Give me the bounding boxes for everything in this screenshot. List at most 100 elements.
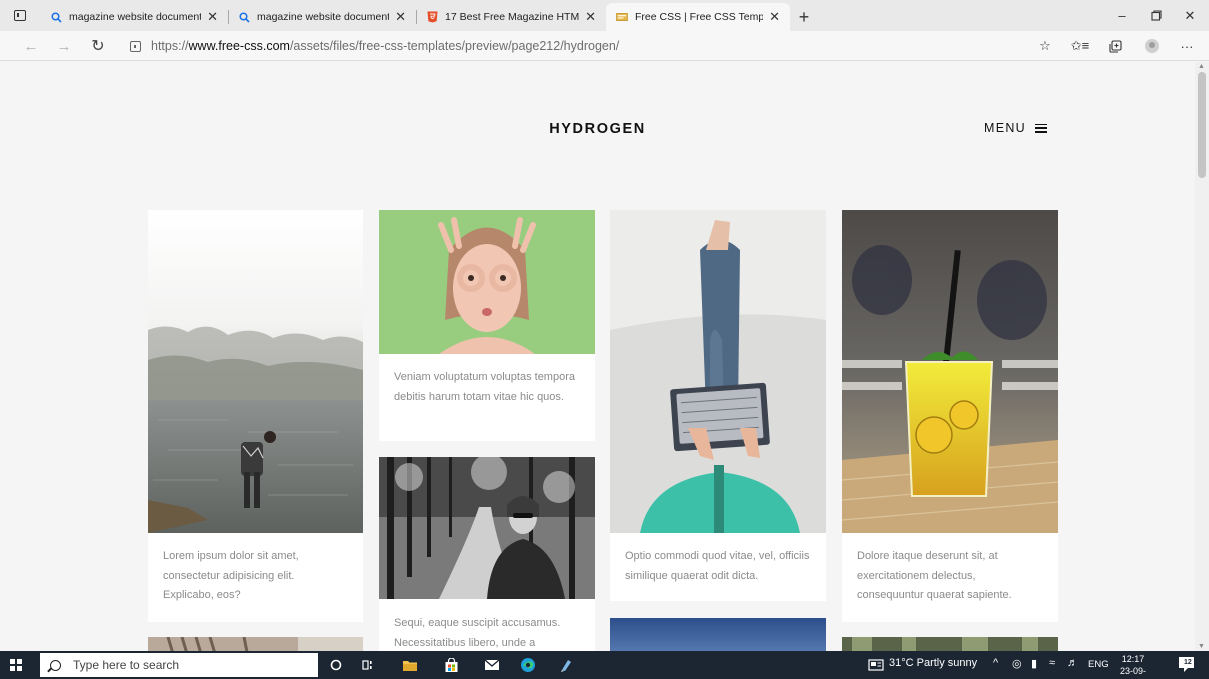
browser-tab-bar: magazine website documentatio ✕ magazine… <box>0 0 1209 31</box>
search-icon <box>50 11 62 23</box>
portfolio-card[interactable] <box>842 637 1058 651</box>
wifi-icon[interactable]: ≈ <box>1049 657 1055 669</box>
card-caption: Lorem ipsum dolor sit amet, consectetur … <box>163 550 299 601</box>
scroll-down-icon[interactable]: ▼ <box>1198 643 1205 650</box>
portfolio-card[interactable] <box>148 637 363 651</box>
battery-icon[interactable]: ▮ <box>1031 657 1037 670</box>
tab-close-icon[interactable]: ✕ <box>207 9 218 25</box>
chevron-up-icon[interactable]: ^ <box>993 657 998 669</box>
tab-actions-button[interactable] <box>0 0 40 31</box>
settings-more-button[interactable]: ··· <box>1178 37 1196 55</box>
new-tab-button[interactable]: + <box>790 3 818 31</box>
close-icon: ✕ <box>1184 7 1196 23</box>
collections-button[interactable] <box>1106 37 1124 55</box>
web-page: HYDROGEN MENU Lorem ipsum dolor sit amet… <box>0 62 1195 651</box>
search-icon <box>238 11 250 23</box>
card-image-woman-goggles <box>379 210 595 354</box>
clock-date: 23-09-2022 <box>1119 666 1146 679</box>
lock-icon[interactable] <box>130 40 141 52</box>
tab-close-icon[interactable]: ✕ <box>395 9 406 25</box>
cortana-icon[interactable] <box>326 655 346 675</box>
menu-toggle[interactable]: MENU <box>984 121 1048 135</box>
tab-close-icon[interactable]: ✕ <box>769 9 780 25</box>
windows-taskbar: Type here to search 31°C Partly sunny ^ … <box>0 651 1209 679</box>
tab-title: Free CSS | Free CSS Templates | [ <box>635 11 764 23</box>
portfolio-card[interactable] <box>610 618 826 651</box>
portfolio-card[interactable]: Sequi, eaque suscipit accusamus. Necessi… <box>379 457 595 651</box>
url-host: www.free-css.com <box>188 39 290 53</box>
profile-button[interactable] <box>1143 37 1161 55</box>
minimize-icon: – <box>1118 8 1126 23</box>
arrow-left-icon: ← <box>23 37 39 55</box>
add-favorite-button[interactable]: ☆ <box>1036 37 1054 55</box>
portfolio-card[interactable]: Veniam voluptatum voluptas tempora debit… <box>379 210 595 441</box>
notification-center-icon[interactable]: 12 <box>1178 656 1195 673</box>
url-scheme: https:// <box>151 39 189 53</box>
forward-button[interactable]: → <box>53 36 75 56</box>
plus-icon: + <box>798 6 810 27</box>
task-view-icon[interactable] <box>358 655 378 675</box>
portfolio-card[interactable]: Optio commodi quod vitae, vel, officiis … <box>610 210 826 601</box>
star-add-icon: ☆ <box>1039 38 1051 53</box>
language-indicator[interactable]: ENG <box>1088 659 1109 670</box>
news-widget-icon[interactable] <box>866 655 886 675</box>
mail-icon[interactable] <box>482 655 502 675</box>
search-placeholder: Type here to search <box>73 658 180 672</box>
reload-button[interactable]: ↻ <box>87 36 109 56</box>
weather-status[interactable]: 31°C Partly sunny <box>889 657 977 669</box>
menu-label: MENU <box>984 121 1027 135</box>
favorites-list-icon: ✩≡ <box>1070 38 1090 53</box>
card-image-lemonade <box>842 210 1058 533</box>
freecss-icon <box>616 11 628 23</box>
edge-browser-icon[interactable] <box>518 655 538 675</box>
avatar <box>1145 39 1159 53</box>
portfolio-card[interactable]: Dolore itaque deserunt sit, at exercitat… <box>842 210 1058 622</box>
tab-title: magazine website documentatio <box>69 11 201 23</box>
hamburger-icon <box>1035 123 1048 133</box>
meet-now-icon[interactable]: ◎ <box>1012 657 1022 670</box>
portfolio-card[interactable]: Lorem ipsum dolor sit amet, consectetur … <box>148 210 363 622</box>
arrow-right-icon: → <box>56 37 72 55</box>
favorites-button[interactable]: ✩≡ <box>1071 37 1089 55</box>
back-button[interactable]: ← <box>20 36 42 56</box>
scrollbar-thumb[interactable] <box>1198 72 1206 178</box>
card-image-partial <box>610 618 826 651</box>
card-caption: Veniam voluptatum voluptas tempora debit… <box>394 371 575 403</box>
notepad-app-icon[interactable] <box>556 655 576 675</box>
card-image-partial <box>842 637 1058 651</box>
browser-tab[interactable]: magazine website documentatio ✕ <box>40 3 228 31</box>
more-icon: ··· <box>1180 38 1194 54</box>
address-field[interactable]: https://www.free-css.com/assets/files/fr… <box>130 36 619 56</box>
browser-tab[interactable]: 17 Best Free Magazine HTML We ✕ <box>416 3 606 31</box>
card-image-partial <box>148 637 363 651</box>
tab-close-icon[interactable]: ✕ <box>585 9 596 25</box>
clock-time: 12:17 <box>1121 654 1145 664</box>
url-path: /assets/files/free-css-templates/preview… <box>289 39 620 53</box>
card-image-misty-lake <box>148 210 363 533</box>
tab-title: magazine website documentatio <box>257 11 389 23</box>
vertical-scrollbar[interactable]: ▲ ▼ <box>1195 62 1209 651</box>
volume-icon[interactable]: ♬ <box>1067 657 1078 669</box>
file-explorer-icon[interactable] <box>400 655 420 675</box>
close-window-button[interactable]: ✕ <box>1167 0 1209 31</box>
card-image-laptop-bed <box>610 210 826 533</box>
restore-icon <box>1150 10 1162 21</box>
taskbar-search-input[interactable]: Type here to search <box>40 653 318 677</box>
windows-start-icon[interactable] <box>10 659 22 671</box>
notification-count: 12 <box>1184 659 1192 666</box>
scroll-up-icon[interactable]: ▲ <box>1198 63 1205 70</box>
html5-icon <box>426 11 438 23</box>
store-icon[interactable] <box>441 655 461 675</box>
browser-tab[interactable]: magazine website documentatio ✕ <box>228 3 416 31</box>
card-caption: Sequi, eaque suscipit accusamus. Necessi… <box>394 617 561 649</box>
search-icon <box>50 659 61 671</box>
system-clock[interactable]: 12:17 23-09-2022 <box>1113 653 1153 679</box>
tab-actions-icon <box>14 10 26 21</box>
tab-title: 17 Best Free Magazine HTML We <box>445 11 580 23</box>
card-caption: Dolore itaque deserunt sit, at exercitat… <box>857 550 1012 601</box>
collections-icon <box>1108 39 1122 53</box>
address-toolbar: ← → ↻ https://www.free-css.com/assets/fi… <box>0 31 1209 61</box>
card-caption: Optio commodi quod vitae, vel, officiis … <box>625 550 810 582</box>
card-image-woman-park <box>379 457 595 599</box>
browser-tab-active[interactable]: Free CSS | Free CSS Templates | [ ✕ <box>606 3 790 31</box>
